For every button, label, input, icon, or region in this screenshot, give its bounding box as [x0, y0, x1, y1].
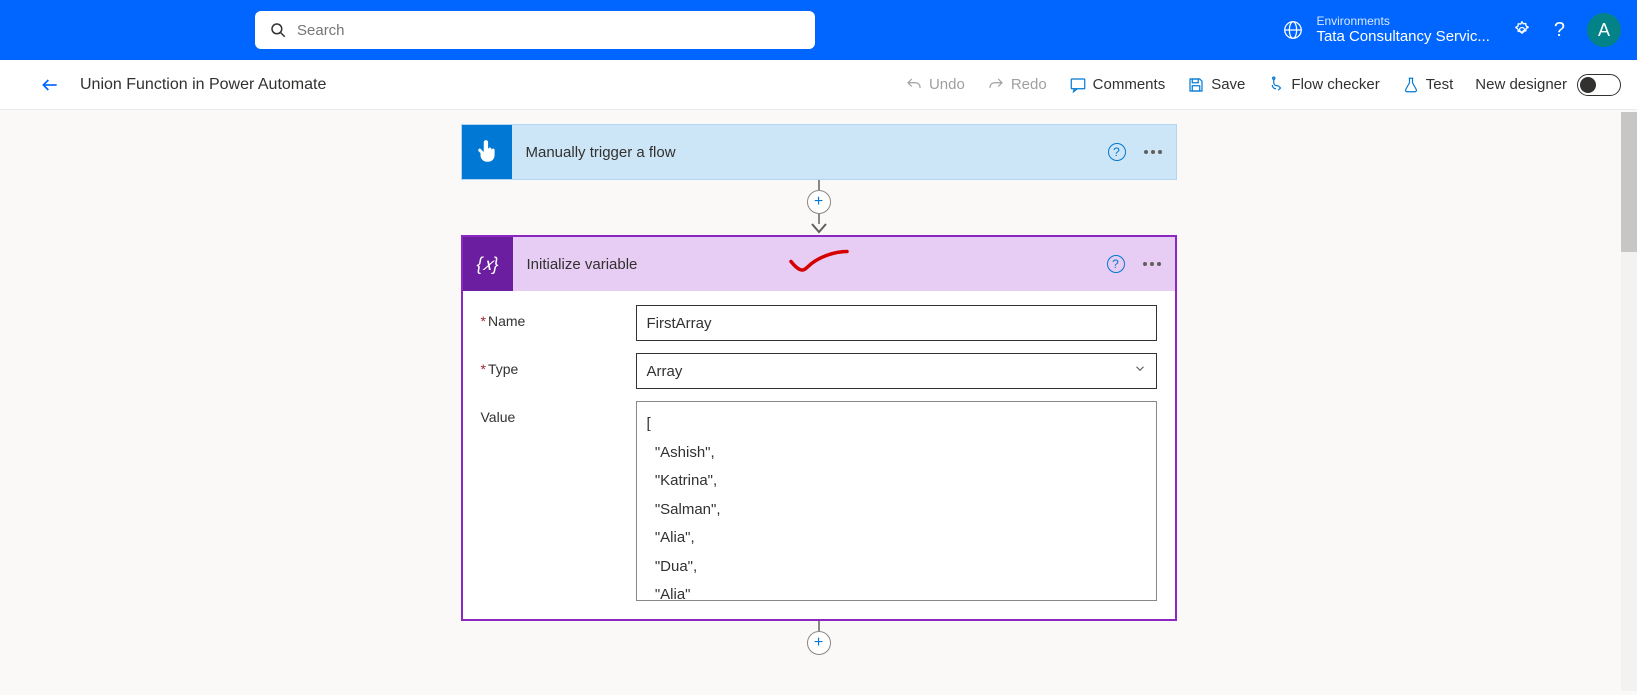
- variable-help-button[interactable]: ?: [1107, 255, 1125, 273]
- flask-icon: [1402, 76, 1420, 94]
- trigger-card[interactable]: Manually trigger a flow ?: [461, 124, 1177, 180]
- variable-value-textarea[interactable]: [636, 401, 1157, 601]
- flow-canvas[interactable]: Manually trigger a flow ? + {𝑥} Initiali…: [0, 110, 1637, 695]
- variable-name-input[interactable]: [636, 305, 1157, 341]
- undo-icon: [905, 76, 923, 94]
- environment-label: Environments: [1316, 14, 1489, 28]
- flow-checker-button[interactable]: Flow checker: [1267, 76, 1379, 94]
- search-input[interactable]: [297, 22, 801, 39]
- variable-icon-box: {𝑥}: [463, 237, 513, 291]
- variable-icon: {𝑥}: [476, 254, 498, 275]
- avatar[interactable]: A: [1587, 13, 1621, 47]
- comments-icon: [1069, 76, 1087, 94]
- back-button[interactable]: [36, 71, 64, 99]
- variable-card-body: *Name *Type Array Value: [463, 291, 1175, 619]
- chevron-down-icon: [1133, 362, 1147, 381]
- variable-more-button[interactable]: [1143, 262, 1161, 266]
- page-title: Union Function in Power Automate: [80, 76, 326, 94]
- new-designer-toggle-group: New designer: [1475, 74, 1621, 96]
- environment-picker[interactable]: Environments Tata Consultancy Servic...: [1282, 14, 1489, 46]
- add-step-button-bottom[interactable]: +: [807, 631, 831, 655]
- connector-bottom: +: [807, 621, 831, 655]
- comments-button[interactable]: Comments: [1069, 76, 1166, 94]
- value-label: Value: [481, 401, 626, 425]
- flow-checker-icon: [1267, 76, 1285, 94]
- scrollbar-thumb[interactable]: [1621, 112, 1637, 252]
- help-button[interactable]: ?: [1554, 19, 1565, 42]
- comments-label: Comments: [1093, 76, 1166, 93]
- add-step-button[interactable]: +: [807, 190, 831, 214]
- test-button[interactable]: Test: [1402, 76, 1454, 94]
- search-icon: [269, 21, 287, 39]
- undo-label: Undo: [929, 76, 965, 93]
- environment-name: Tata Consultancy Servic...: [1316, 28, 1489, 46]
- vertical-scrollbar[interactable]: [1621, 112, 1637, 691]
- redo-icon: [987, 76, 1005, 94]
- globe-icon: [1282, 19, 1304, 41]
- manual-trigger-icon: [474, 139, 500, 165]
- save-icon: [1187, 76, 1205, 94]
- variable-card-header[interactable]: {𝑥} Initialize variable ?: [463, 237, 1175, 291]
- trigger-more-button[interactable]: [1144, 150, 1162, 154]
- top-header: Environments Tata Consultancy Servic... …: [0, 0, 1637, 60]
- settings-button[interactable]: [1512, 20, 1532, 40]
- search-box[interactable]: [255, 11, 815, 49]
- gear-icon: [1512, 20, 1532, 40]
- redo-label: Redo: [1011, 76, 1047, 93]
- save-button[interactable]: Save: [1187, 76, 1245, 94]
- save-label: Save: [1211, 76, 1245, 93]
- initialize-variable-card[interactable]: {𝑥} Initialize variable ? *Name *Type A: [461, 235, 1177, 621]
- arrow-left-icon: [40, 75, 60, 95]
- undo-button[interactable]: Undo: [905, 76, 965, 94]
- name-label: *Name: [481, 305, 626, 329]
- toggle-knob: [1580, 77, 1596, 93]
- new-designer-toggle[interactable]: [1577, 74, 1621, 96]
- test-label: Test: [1426, 76, 1454, 93]
- trigger-body: Manually trigger a flow ?: [512, 125, 1176, 179]
- trigger-help-button[interactable]: ?: [1108, 143, 1126, 161]
- arrow-down-icon: [811, 223, 827, 235]
- redo-button[interactable]: Redo: [987, 76, 1047, 94]
- new-designer-label: New designer: [1475, 76, 1567, 93]
- flow-checker-label: Flow checker: [1291, 76, 1379, 93]
- connector: +: [807, 180, 831, 235]
- variable-card-title: Initialize variable: [527, 256, 638, 273]
- trigger-title: Manually trigger a flow: [526, 144, 676, 161]
- trigger-icon-box: [462, 125, 512, 179]
- type-label: *Type: [481, 353, 626, 377]
- variable-type-select[interactable]: Array: [636, 353, 1157, 389]
- sub-header: Union Function in Power Automate Undo Re…: [0, 60, 1637, 110]
